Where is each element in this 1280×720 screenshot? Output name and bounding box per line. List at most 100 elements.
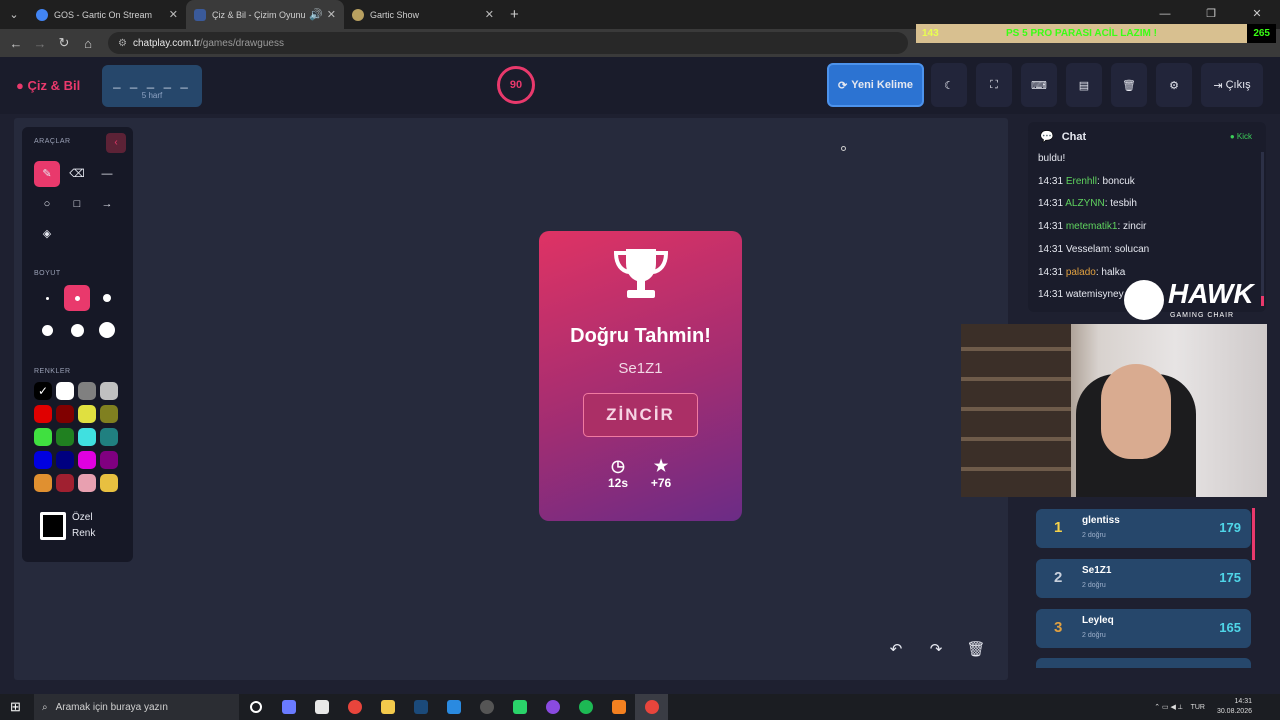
chat-message-user[interactable]: Vesselam bbox=[1066, 244, 1109, 255]
fullscreen-button[interactable]: ⛶ bbox=[976, 63, 1012, 107]
color-swatch[interactable] bbox=[100, 382, 118, 400]
back-icon[interactable]: ← bbox=[4, 36, 28, 51]
close-tab-icon[interactable]: ✕ bbox=[169, 8, 178, 21]
forward-icon[interactable]: → bbox=[28, 36, 52, 51]
store-icon[interactable] bbox=[305, 694, 338, 720]
fill-tool[interactable]: ◈ bbox=[34, 221, 60, 247]
cloud-icon[interactable] bbox=[602, 694, 635, 720]
logout-button[interactable]: ⇥ Çıkış bbox=[1201, 63, 1263, 107]
color-swatch[interactable] bbox=[100, 405, 118, 423]
app-icon-1[interactable] bbox=[272, 694, 305, 720]
app-icon-2[interactable] bbox=[437, 694, 470, 720]
chat-message-time: 14:31 bbox=[1038, 266, 1064, 278]
color-swatch[interactable] bbox=[56, 474, 74, 492]
chrome-icon[interactable] bbox=[338, 694, 371, 720]
line-tool[interactable]: — bbox=[94, 161, 120, 187]
reload-icon[interactable]: ↻ bbox=[52, 35, 76, 51]
arrow-tool[interactable]: → bbox=[94, 191, 120, 217]
color-swatch[interactable] bbox=[56, 428, 74, 446]
windows-start-icon[interactable]: ⊞ bbox=[10, 699, 21, 715]
chatplay-favicon-icon bbox=[194, 8, 206, 21]
dark-mode-button[interactable]: ☾ bbox=[931, 63, 967, 107]
size-option-4[interactable] bbox=[34, 317, 60, 343]
color-swatch[interactable] bbox=[34, 428, 52, 446]
size-option-1[interactable] bbox=[34, 285, 60, 311]
close-tab-icon[interactable]: ✕ bbox=[485, 8, 494, 21]
new-tab-icon[interactable]: + bbox=[510, 6, 519, 23]
color-swatch[interactable] bbox=[78, 405, 96, 423]
cortana-icon[interactable] bbox=[239, 694, 272, 720]
archive-button[interactable]: ▤ bbox=[1066, 63, 1102, 107]
site-info-icon[interactable]: ⚙ bbox=[118, 38, 127, 49]
drawing-canvas[interactable] bbox=[14, 118, 1008, 680]
color-swatch[interactable] bbox=[34, 474, 52, 492]
chat-message-user[interactable]: palado bbox=[1066, 267, 1096, 278]
color-swatch[interactable] bbox=[34, 405, 52, 423]
color-swatch[interactable] bbox=[78, 382, 96, 400]
taskbar-clock[interactable]: 14:31 30.08.2026 bbox=[1217, 697, 1252, 717]
undo-button[interactable]: ↶ bbox=[882, 636, 910, 664]
speaker-icon[interactable]: 🔊 bbox=[309, 8, 323, 21]
tray-icons[interactable]: ⌃ ▭ ◀ ⟂ bbox=[1154, 703, 1182, 712]
color-swatch[interactable] bbox=[56, 451, 74, 469]
circle-tool[interactable]: ○ bbox=[34, 191, 60, 217]
chat-scroll-thumb[interactable] bbox=[1261, 296, 1264, 306]
home-icon[interactable]: ⌂ bbox=[76, 36, 100, 51]
collapse-panel-button[interactable]: ‹ bbox=[106, 133, 126, 153]
steam-icon[interactable] bbox=[404, 694, 437, 720]
folder-icon[interactable] bbox=[371, 694, 404, 720]
custom-color-button[interactable] bbox=[40, 512, 66, 540]
color-swatch[interactable] bbox=[100, 474, 118, 492]
size-option-3[interactable] bbox=[94, 285, 120, 311]
app-icon-3[interactable] bbox=[470, 694, 503, 720]
color-swatch[interactable] bbox=[78, 474, 96, 492]
leaderboard-rank: 2 bbox=[1054, 569, 1063, 586]
leaderboard-rank: 3 bbox=[1054, 619, 1063, 636]
color-swatch[interactable] bbox=[78, 428, 96, 446]
rectangle-tool[interactable]: □ bbox=[64, 191, 90, 217]
chrome-active-icon[interactable] bbox=[635, 694, 668, 720]
color-swatch[interactable] bbox=[100, 428, 118, 446]
keyboard-language[interactable]: TUR bbox=[1191, 704, 1205, 711]
color-swatch[interactable] bbox=[100, 451, 118, 469]
eraser-tool[interactable]: ⌫ bbox=[64, 161, 90, 187]
chat-message-user[interactable]: ALZYNN bbox=[1065, 198, 1104, 209]
tab-ciz-bil[interactable]: Çiz & Bil - Çizim Oyunu 🔊 ✕ bbox=[186, 0, 344, 29]
settings-button[interactable]: ⚙ bbox=[1156, 63, 1192, 107]
chat-message-user[interactable]: watemisyney bbox=[1066, 289, 1124, 300]
tab-gos[interactable]: GOS - Gartic On Stream ✕ bbox=[28, 0, 186, 29]
leaderboard-row: 3 Leyleq 2 doğru 165 bbox=[1036, 609, 1251, 648]
clear-canvas-button[interactable]: 🗑 bbox=[962, 636, 990, 664]
leaderboard-score: 165 bbox=[1219, 620, 1241, 635]
redo-button[interactable]: ↷ bbox=[922, 636, 950, 664]
brush-tool[interactable]: ✎ bbox=[34, 161, 60, 187]
color-swatch[interactable] bbox=[56, 405, 74, 423]
color-swatch[interactable]: ✓ bbox=[34, 382, 52, 400]
color-swatch[interactable] bbox=[34, 451, 52, 469]
new-word-button[interactable]: ⟳ Yeni Kelime bbox=[827, 63, 924, 107]
color-swatch[interactable] bbox=[78, 451, 96, 469]
size-option-5[interactable] bbox=[64, 317, 90, 343]
chat-message-user[interactable]: Erenhll bbox=[1066, 176, 1097, 187]
tab-list-icon[interactable]: ⌄ bbox=[0, 8, 28, 21]
url-field[interactable]: ⚙ chatplay.com.tr/games/drawguess bbox=[108, 32, 908, 54]
app-logo[interactable]: ● Çiz & Bil bbox=[16, 78, 102, 93]
chat-scrollbar[interactable] bbox=[1261, 152, 1264, 302]
correct-guess-card: Doğru Tahmin! Se1Z1 ZİNCİR ◷ 12s ★ +76 bbox=[539, 231, 742, 521]
size-option-2[interactable] bbox=[64, 285, 90, 311]
obs-icon[interactable] bbox=[536, 694, 569, 720]
color-swatch[interactable] bbox=[56, 382, 74, 400]
keyboard-button[interactable]: ⌨ bbox=[1021, 63, 1057, 107]
leaderboard-scroll-thumb[interactable] bbox=[1252, 508, 1255, 560]
leaderboard-score: 179 bbox=[1219, 520, 1241, 535]
close-tab-icon[interactable]: ✕ bbox=[327, 8, 336, 21]
clear-button[interactable]: 🗑 bbox=[1111, 63, 1147, 107]
feather-logo-icon bbox=[1124, 280, 1164, 320]
spotify-icon[interactable] bbox=[569, 694, 602, 720]
taskbar-search[interactable]: ⌕ Aramak için buraya yazın bbox=[34, 694, 239, 720]
size-option-6[interactable] bbox=[94, 317, 120, 343]
app-icon-4[interactable] bbox=[503, 694, 536, 720]
leaderboard-name: Leyleq bbox=[1082, 615, 1114, 626]
tab-gartic-show[interactable]: Gartic Show ✕ bbox=[344, 0, 502, 29]
chat-message-user[interactable]: metematik1 bbox=[1066, 221, 1118, 232]
